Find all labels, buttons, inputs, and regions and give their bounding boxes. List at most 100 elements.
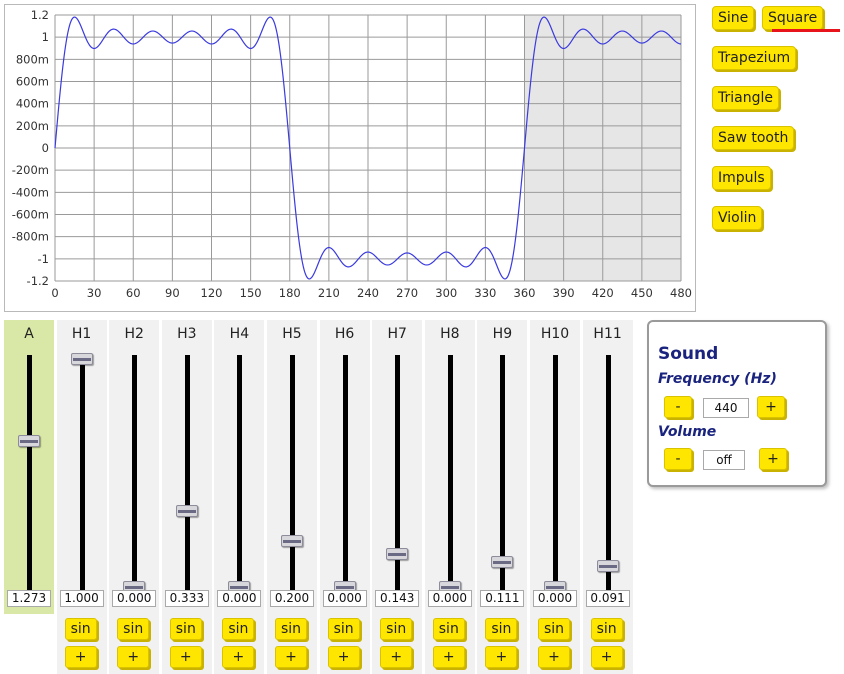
harmonic-plus-button[interactable]: + — [169, 646, 202, 668]
harmonic-slider-track[interactable] — [290, 355, 295, 595]
harmonic-slider-thumb[interactable] — [386, 548, 409, 561]
x-tick-label: 390 — [553, 286, 575, 300]
harmonic-slider-track[interactable] — [79, 355, 85, 595]
harmonic-value: 0.200 — [270, 590, 314, 607]
x-tick-label: 480 — [670, 286, 692, 300]
harmonic-sin-button[interactable]: sin — [380, 618, 413, 640]
harmonic-sin-button[interactable]: sin — [485, 618, 518, 640]
y-tick-label: -200m — [12, 163, 49, 177]
violin-button[interactable]: Violin — [712, 206, 763, 230]
harmonic-value: 0.000 — [322, 590, 367, 607]
harmonic-sin-button[interactable]: sin — [275, 618, 307, 640]
harmonic-slider-track[interactable] — [553, 355, 558, 595]
x-tick-label: 150 — [240, 286, 262, 300]
y-tick-label: 1 — [42, 30, 49, 44]
harmonic-slider-track[interactable] — [605, 355, 611, 595]
x-tick-label: 360 — [514, 286, 536, 300]
harmonic-label: H6 — [334, 326, 355, 342]
harmonic-plus-button[interactable]: + — [590, 646, 623, 668]
harmonic-slider-thumb[interactable] — [70, 353, 93, 365]
harmonic-sin-button[interactable]: sin — [222, 618, 255, 640]
harmonic-value: 0.143 — [375, 590, 420, 607]
harmonic-plus-button[interactable]: + — [538, 646, 570, 668]
x-tick-label: 330 — [474, 286, 496, 300]
frequency-plus-button[interactable]: + — [757, 396, 785, 418]
sine-button[interactable]: Sine — [712, 6, 755, 30]
harmonic-sin-button[interactable]: sin — [64, 618, 97, 640]
harmonic-column-h7: H7 0.143 sin + — [372, 320, 423, 674]
harmonic-slider-thumb[interactable] — [175, 505, 198, 518]
x-tick-label: 180 — [279, 286, 301, 300]
harmonic-plus-button[interactable]: + — [380, 646, 413, 668]
harmonic-label: H11 — [593, 326, 622, 342]
amplitude-value: 1.273 — [7, 590, 51, 607]
frequency-minus-button[interactable]: - — [664, 396, 692, 418]
y-tick-label: -800m — [12, 230, 49, 244]
y-tick-label: 0 — [42, 141, 49, 155]
volume-input[interactable] — [703, 450, 745, 470]
harmonic-slider-track[interactable] — [184, 355, 190, 595]
harmonic-slider-thumb[interactable] — [491, 555, 514, 568]
harmonic-plus-button[interactable]: + — [64, 646, 97, 668]
harmonic-sin-button[interactable]: sin — [590, 618, 623, 640]
harmonic-sin-button[interactable]: sin — [117, 618, 150, 640]
x-tick-label: 90 — [165, 286, 180, 300]
y-tick-label: -1.2 — [27, 274, 49, 288]
x-tick-label: 60 — [126, 286, 141, 300]
harmonic-plus-button[interactable]: + — [117, 646, 150, 668]
harmonic-value: 0.000 — [533, 590, 577, 607]
harmonic-slider-track[interactable] — [342, 355, 348, 595]
harmonic-column-h11: H11 0.091 sin + — [582, 320, 633, 674]
harmonic-value: 1.000 — [59, 590, 104, 607]
impuls-button[interactable]: Impuls — [712, 166, 771, 190]
harmonic-column-h1: H1 1.000 sin + — [56, 320, 107, 674]
harmonic-value: 0.091 — [585, 590, 630, 607]
harmonic-plus-button[interactable]: + — [327, 646, 360, 668]
x-tick-label: 270 — [396, 286, 418, 300]
waveform-chart: 0 30 60 90 120 150 180 210 240 270 300 330 360 390 420… — [4, 4, 696, 312]
harmonic-value: 0.000 — [112, 590, 157, 607]
harmonic-slider-track[interactable] — [447, 355, 453, 595]
harmonic-column-h5: H5 0.200 sin + — [267, 320, 317, 674]
volume-minus-button[interactable]: - — [664, 448, 692, 470]
harmonic-slider-track[interactable] — [237, 355, 243, 595]
harmonic-plus-button[interactable]: + — [275, 646, 307, 668]
harmonic-plus-button[interactable]: + — [222, 646, 255, 668]
x-tick-label: 240 — [357, 286, 379, 300]
x-tick-label: 420 — [592, 286, 614, 300]
harmonic-column-h8: H8 0.000 sin + — [424, 320, 475, 674]
harmonic-value: 0.333 — [164, 590, 209, 607]
harmonic-sin-button[interactable]: sin — [169, 618, 202, 640]
amplitude-slider-thumb[interactable] — [18, 435, 40, 448]
volume-plus-button[interactable]: + — [759, 448, 787, 470]
y-tick-label: 200m — [16, 119, 49, 133]
harmonic-slider-thumb[interactable] — [281, 535, 303, 548]
trapezium-button[interactable]: Trapezium — [712, 46, 797, 70]
harmonic-column-h10: H10 0.000 sin + — [530, 320, 580, 674]
amplitude-slider-track[interactable] — [27, 355, 32, 595]
y-tick-label: 600m — [16, 75, 49, 89]
harmonic-sin-button[interactable]: sin — [538, 618, 570, 640]
harmonic-value: 0.000 — [427, 590, 472, 607]
y-tick-label: -400m — [12, 185, 49, 199]
harmonic-label: H2 — [124, 326, 144, 342]
harmonic-sin-button[interactable]: sin — [432, 618, 465, 640]
harmonic-slider-track[interactable] — [132, 355, 138, 595]
amplitude-label: A — [24, 326, 34, 342]
x-tick-label: 300 — [435, 286, 457, 300]
harmonic-plus-button[interactable]: + — [485, 646, 518, 668]
x-tick-label: 0 — [51, 286, 58, 300]
frequency-input[interactable] — [703, 398, 749, 418]
waveform-plot: 0 30 60 90 120 150 180 210 240 270 300 330 360 390 420… — [12, 8, 692, 300]
harmonic-column-h9: H9 0.111 sin + — [477, 320, 528, 674]
x-tick-label: 120 — [201, 286, 223, 300]
harmonic-column-h4: H4 0.000 sin + — [214, 320, 265, 674]
harmonic-sin-button[interactable]: sin — [327, 618, 360, 640]
harmonic-label: H9 — [492, 326, 513, 342]
harmonic-slider-thumb[interactable] — [596, 560, 619, 573]
square-button[interactable]: Square — [762, 6, 824, 30]
triangle-button[interactable]: Triangle — [712, 86, 779, 110]
harmonic-plus-button[interactable]: + — [432, 646, 465, 668]
saw-tooth-button[interactable]: Saw tooth — [712, 126, 795, 150]
harmonic-label: H8 — [440, 326, 460, 342]
